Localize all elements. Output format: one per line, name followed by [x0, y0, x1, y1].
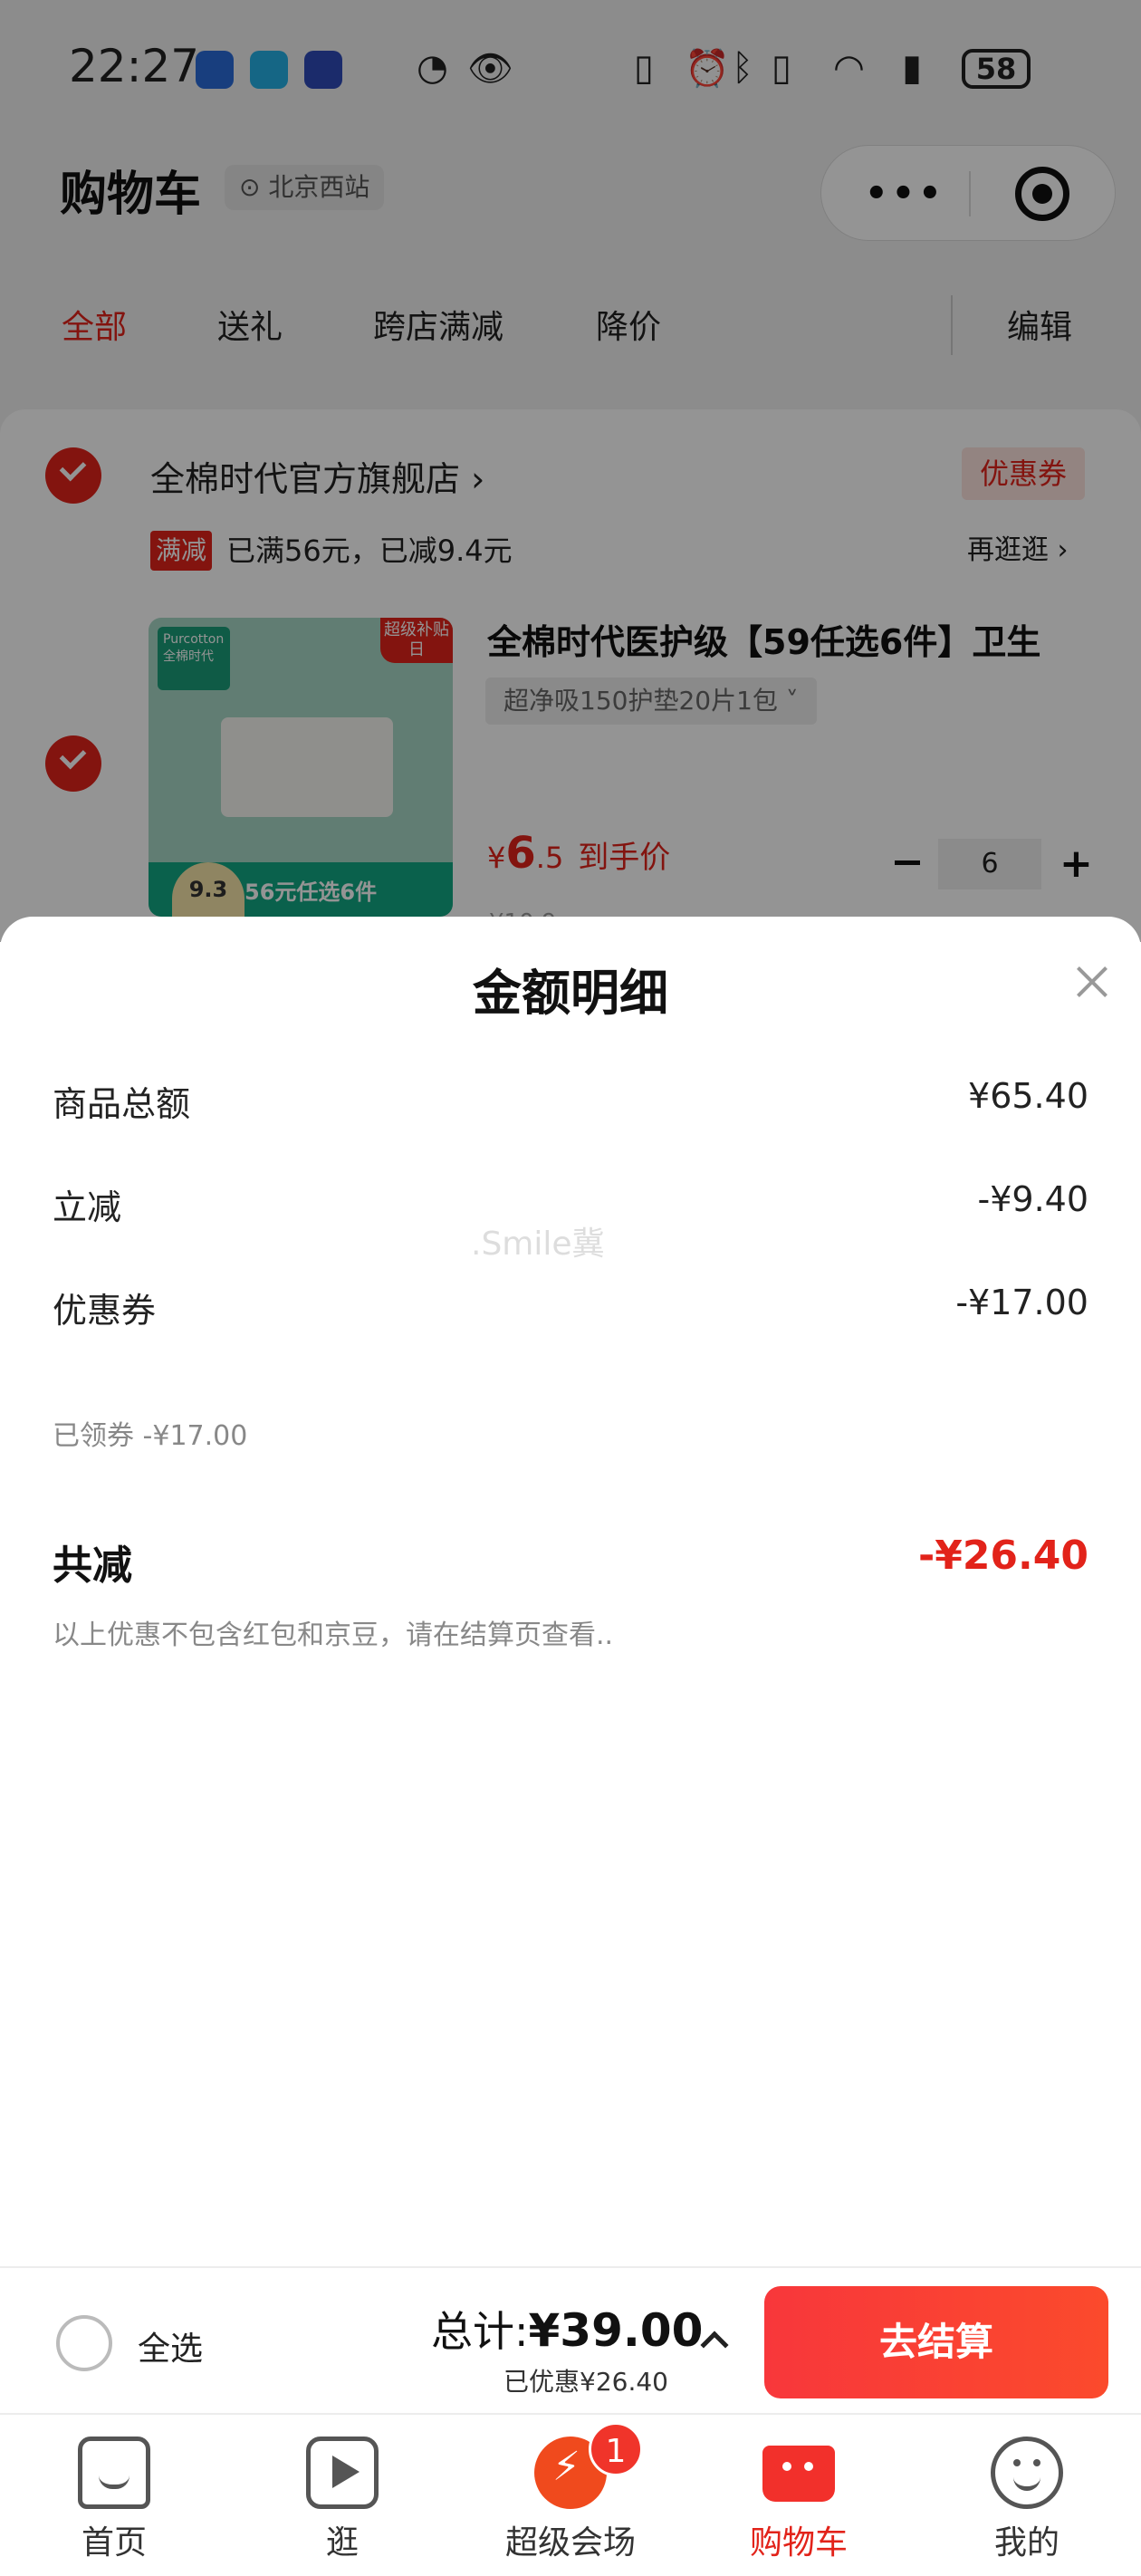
- nav-item-browse[interactable]: 逛: [228, 2415, 456, 2576]
- video-icon: [306, 2437, 379, 2509]
- discount-summary[interactable]: 已优惠¥26.40: [503, 2362, 668, 2398]
- total-discount-label: 共减: [53, 1543, 132, 1589]
- nav-label-cart: 购物车: [749, 2524, 848, 2562]
- coupon-label: 优惠券: [53, 1291, 157, 1331]
- nav-item-home[interactable]: 首页: [0, 2415, 228, 2576]
- profile-icon: [991, 2437, 1063, 2509]
- cart-icon: [762, 2446, 835, 2502]
- nav-label-super-venue: 超级会场: [504, 2524, 636, 2562]
- subtotal-value: ¥65.40: [968, 1076, 1088, 1116]
- nav-label-browse: 逛: [325, 2524, 359, 2562]
- total-prefix: 总计:: [431, 2307, 529, 2356]
- notification-badge: 1: [589, 2422, 643, 2476]
- nav-label-profile: 我的: [993, 2524, 1060, 2562]
- nav-item-super-venue[interactable]: 1 超级会场: [456, 2415, 685, 2576]
- discount-note: 以上优惠不包含红包和京豆，请在结算页查看..: [53, 1620, 614, 1651]
- instant-discount-value: -¥9.40: [977, 1179, 1089, 1219]
- modal-backdrop[interactable]: [0, 0, 1141, 942]
- checkout-button[interactable]: 去结算: [764, 2286, 1108, 2398]
- instant-discount-label: 立减: [53, 1187, 122, 1227]
- cart-page-background: 22:27 ◔ 👁 ▯ ⏰ ᛒ ▯ ◠ ▮ 58 购物车 ⊙ 北京西站 ••• …: [0, 0, 1141, 942]
- checkout-bar: 全选 总计:¥39.00 已优惠¥26.40 去结算: [0, 2266, 1141, 2413]
- watermark: .Smile冀: [471, 1226, 605, 1263]
- nav-item-profile[interactable]: 我的: [913, 2415, 1141, 2576]
- subtotal-label: 商品总额: [53, 1084, 191, 1124]
- coupon-sub-text: 已领券 -¥17.00: [53, 1420, 248, 1452]
- nav-item-cart[interactable]: 购物车: [685, 2415, 913, 2576]
- sheet-title: 金额明细: [473, 965, 668, 1022]
- total-amount: ¥39.00: [528, 2304, 704, 2357]
- bottom-nav: 首页 逛 1 超级会场 购物车 我的: [0, 2413, 1141, 2576]
- select-all-checkbox[interactable]: [56, 2315, 112, 2371]
- coupon-value: -¥17.00: [955, 1283, 1088, 1322]
- home-icon: [78, 2437, 150, 2509]
- close-icon[interactable]: [1074, 964, 1110, 1000]
- select-all-label[interactable]: 全选: [138, 2322, 203, 2369]
- total-discount-value: -¥26.40: [917, 1533, 1088, 1579]
- nav-label-home: 首页: [81, 2524, 147, 2562]
- order-total: 总计:¥39.00: [431, 2299, 703, 2359]
- chevron-up-icon[interactable]: [700, 2331, 729, 2360]
- amount-detail-sheet: 金额明细 商品总额 ¥65.40 立减 -¥9.40 .Smile冀 优惠券 -…: [0, 917, 1141, 2266]
